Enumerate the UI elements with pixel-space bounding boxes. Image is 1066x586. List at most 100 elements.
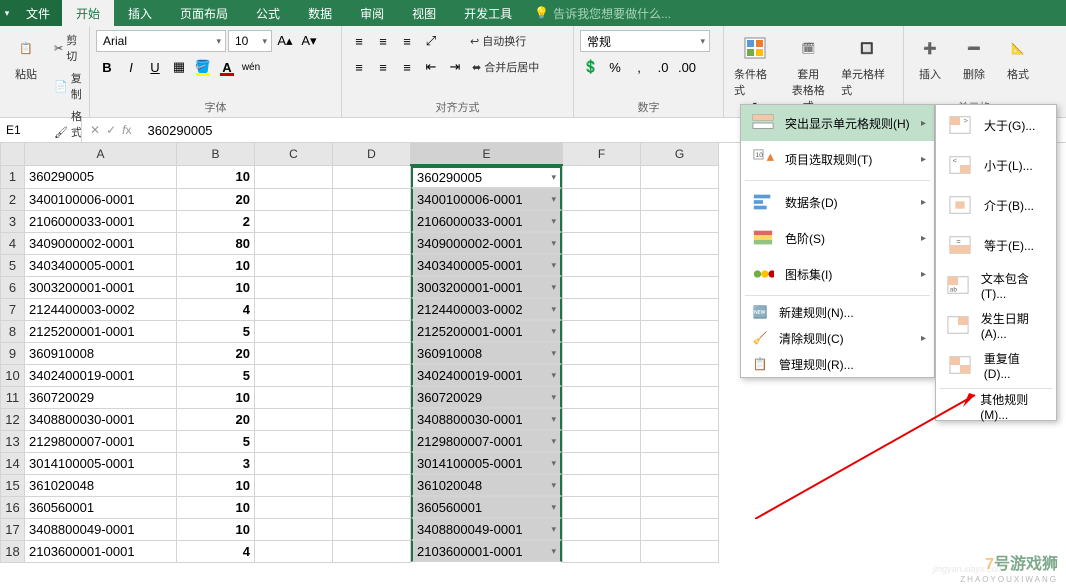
cell[interactable]: 4 [177,298,255,320]
cell[interactable] [641,474,719,496]
cell[interactable]: 3003200001-0001 [25,276,177,298]
cell[interactable] [255,342,333,364]
row-header[interactable]: 14 [1,452,25,474]
cell[interactable] [333,320,411,342]
row-header[interactable]: 11 [1,386,25,408]
menu-highlight-rules[interactable]: 突出显示单元格规则(H) ▸ [741,105,934,141]
align-right-button[interactable]: ≡ [396,56,418,78]
cell[interactable]: 2103600001-0001 [411,540,562,562]
cell[interactable] [255,188,333,210]
cell[interactable]: 3400100006-0001 [25,188,177,210]
select-all-corner[interactable] [1,143,25,165]
cell[interactable] [563,408,641,430]
cell[interactable]: 5 [177,320,255,342]
row-header[interactable]: 12 [1,408,25,430]
col-header-A[interactable]: A [25,143,177,165]
cell-styles-button[interactable]: 🔲 单元格样式 [837,30,897,100]
menu-manage-rules[interactable]: 📋管理规则(R)... [741,351,934,377]
cell[interactable] [641,210,719,232]
cell[interactable] [255,540,333,562]
wrap-button[interactable]: ↩自动换行 [466,31,530,51]
cell[interactable] [641,254,719,276]
comma-button[interactable]: , [628,56,650,78]
cell[interactable] [563,320,641,342]
tab-layout[interactable]: 页面布局 [166,0,242,26]
cell[interactable] [641,276,719,298]
cancel-formula-icon[interactable]: ✕ [90,123,100,137]
cell[interactable] [255,165,333,188]
cell[interactable] [333,430,411,452]
cut-button[interactable]: ✂剪切 [50,30,86,66]
cell[interactable]: 3400100006-0001 [411,188,562,210]
menu-duplicate[interactable]: 重复值(D)... [936,345,1056,385]
row-header[interactable]: 3 [1,210,25,232]
cell[interactable] [255,386,333,408]
col-header-C[interactable]: C [255,143,333,165]
cell[interactable]: 360560001 [411,496,562,518]
tab-review[interactable]: 审阅 [346,0,398,26]
cell[interactable] [333,474,411,496]
cell[interactable] [333,386,411,408]
cell[interactable]: 5 [177,364,255,386]
cell[interactable]: 2106000033-0001 [411,210,562,232]
row-header[interactable]: 17 [1,518,25,540]
cell[interactable] [255,364,333,386]
cell[interactable]: 10 [177,165,255,188]
cell[interactable] [563,210,641,232]
cell[interactable] [255,232,333,254]
cell[interactable]: 2 [177,210,255,232]
italic-button[interactable]: I [120,56,142,78]
cell[interactable] [255,320,333,342]
cell[interactable]: 361020048 [25,474,177,496]
cell[interactable] [563,518,641,540]
cell[interactable] [333,452,411,474]
cell[interactable] [641,430,719,452]
cell[interactable]: 360290005 [411,166,562,188]
col-header-B[interactable]: B [177,143,255,165]
cell[interactable] [333,364,411,386]
cell[interactable]: 2124400003-0002 [25,298,177,320]
cell[interactable]: 2129800007-0001 [411,430,562,452]
cell[interactable]: 3408800030-0001 [25,408,177,430]
menu-new-rule[interactable]: 🆕新建规则(N)... [741,299,934,325]
font-color-button[interactable]: A [216,56,238,78]
cell[interactable] [333,276,411,298]
cell[interactable] [333,298,411,320]
col-header-F[interactable]: F [563,143,641,165]
cell[interactable] [333,254,411,276]
cell[interactable] [333,165,411,188]
cell[interactable] [641,165,719,188]
cell[interactable]: 2106000033-0001 [25,210,177,232]
cell[interactable] [333,342,411,364]
menu-top-rules[interactable]: 10 项目选取规则(T)▸ [741,141,934,177]
cell[interactable]: 360720029 [411,386,562,408]
row-header[interactable]: 16 [1,496,25,518]
cell[interactable] [255,518,333,540]
cell[interactable] [333,518,411,540]
cell[interactable]: 10 [177,474,255,496]
cell[interactable] [333,232,411,254]
row-header[interactable]: 10 [1,364,25,386]
border-button[interactable]: ▦ [168,56,190,78]
menu-databars[interactable]: 数据条(D)▸ [741,184,934,220]
cell[interactable]: 20 [177,188,255,210]
cell[interactable] [641,540,719,562]
cell[interactable]: 3408800049-0001 [25,518,177,540]
tell-me[interactable]: 💡 告诉我您想要做什么... [526,0,671,26]
menu-clear-rules[interactable]: 🧹清除规则(C)▸ [741,325,934,351]
tab-formulas[interactable]: 公式 [242,0,294,26]
font-name-select[interactable]: Arial [96,30,226,52]
cell[interactable] [641,298,719,320]
cell[interactable] [255,254,333,276]
tab-insert[interactable]: 插入 [114,0,166,26]
cell[interactable] [563,364,641,386]
col-header-E[interactable]: E [411,143,563,165]
row-header[interactable]: 2 [1,188,25,210]
cell[interactable]: 3409000002-0001 [25,232,177,254]
cell[interactable]: 360560001 [25,496,177,518]
fill-color-button[interactable]: 🪣 [192,56,214,78]
cell[interactable] [333,210,411,232]
align-top-button[interactable]: ≡ [348,30,370,52]
cell[interactable]: 3003200001-0001 [411,276,562,298]
insert-cells-button[interactable]: ➕插入 [910,30,950,84]
